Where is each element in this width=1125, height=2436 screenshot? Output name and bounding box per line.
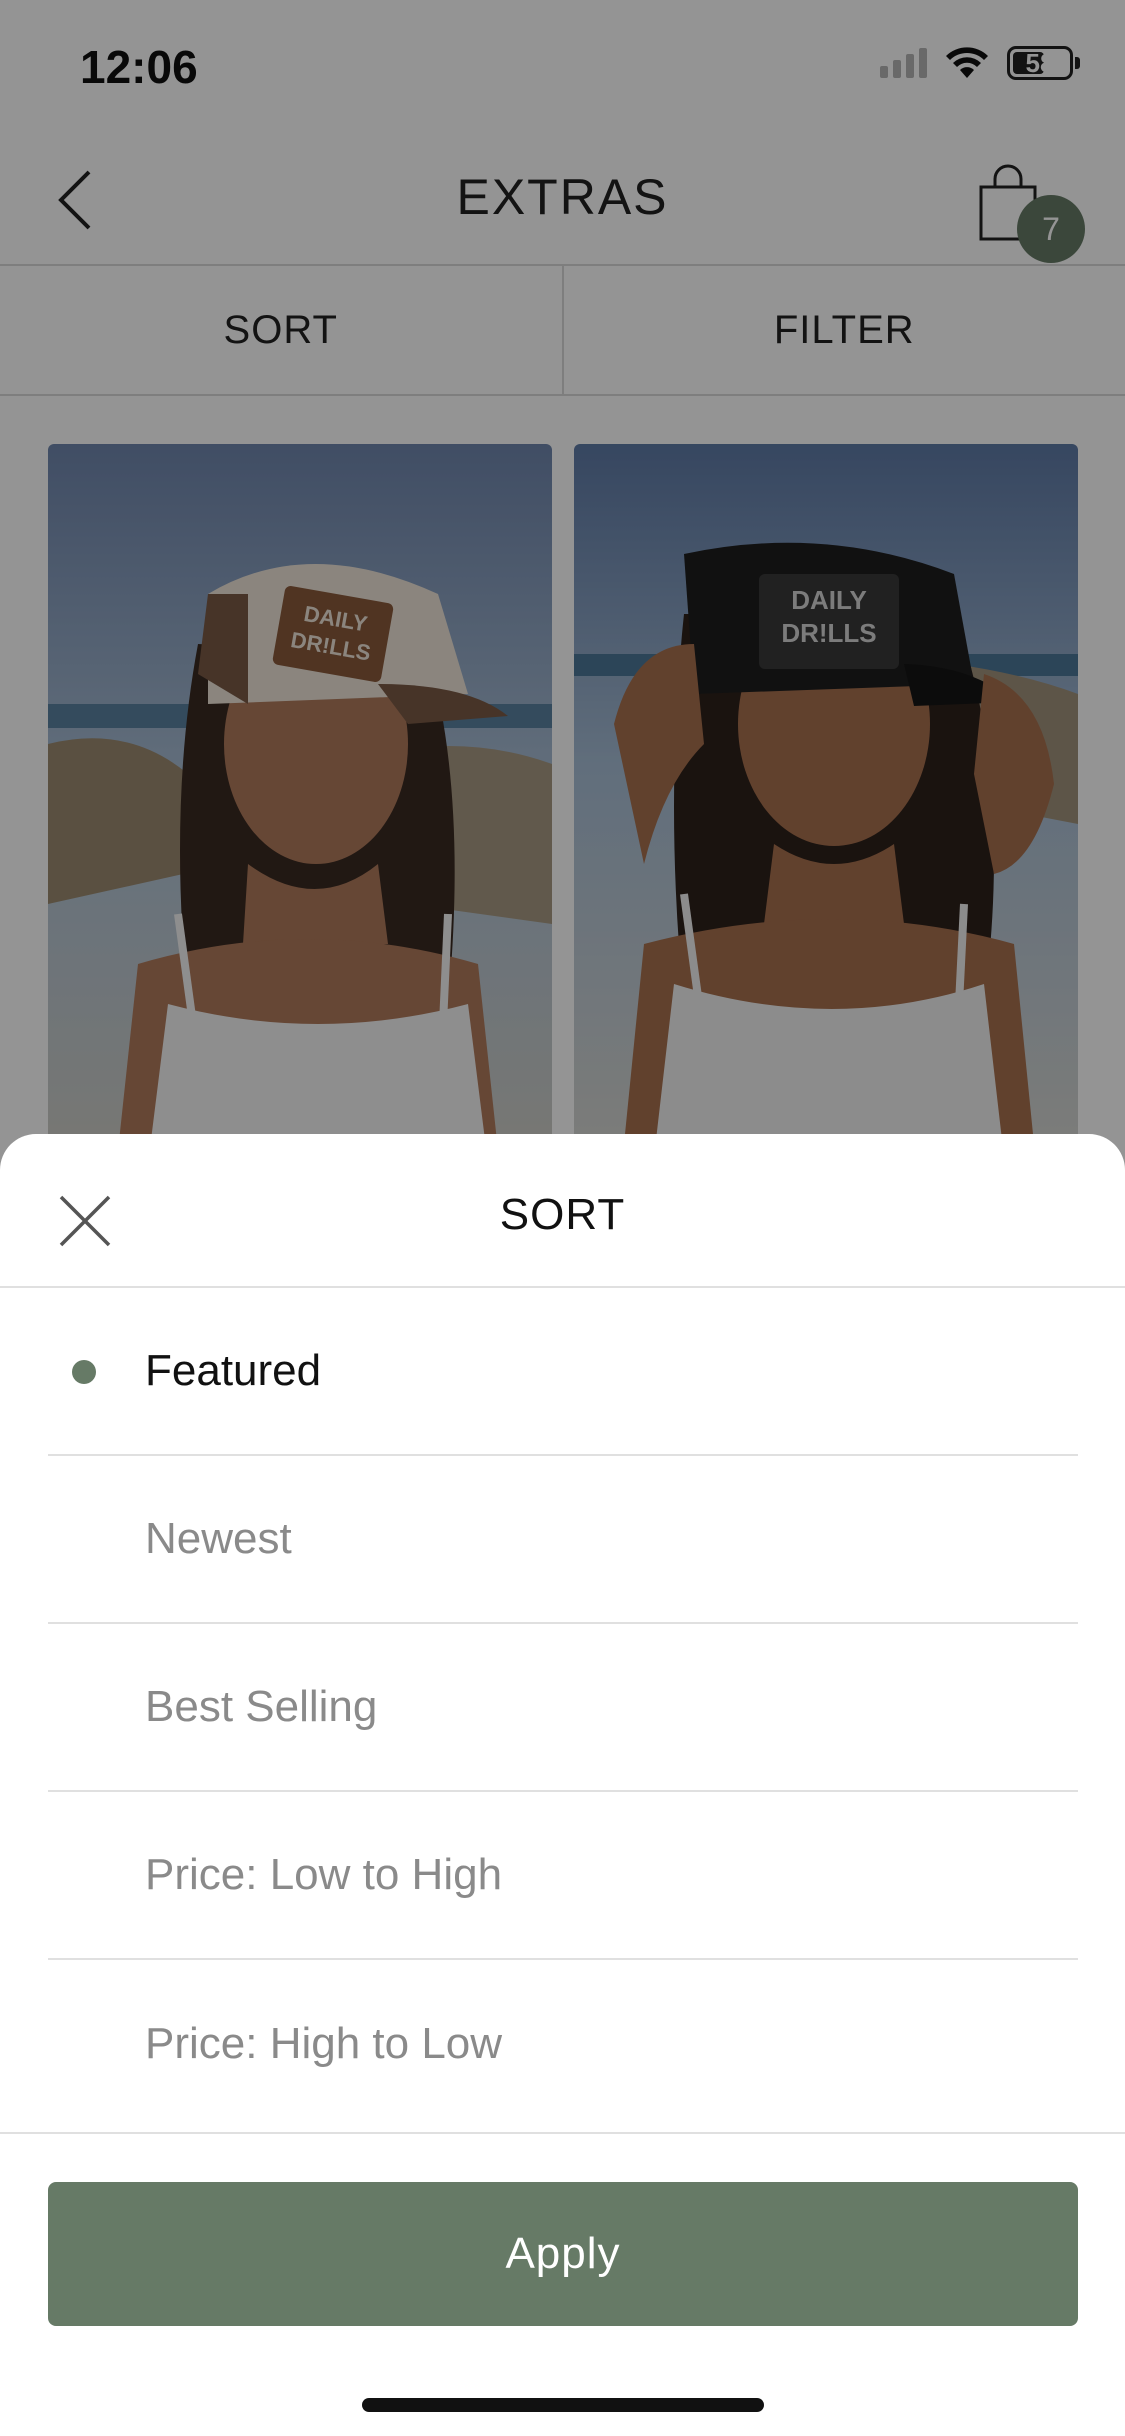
sort-option-label: Newest [145,1514,292,1563]
sort-option-price-low-high[interactable]: Price: Low to High [48,1792,1078,1960]
sort-option-label: Price: High to Low [145,2019,503,2068]
apply-button[interactable]: Apply [48,2182,1078,2326]
home-indicator[interactable] [362,2398,764,2412]
sort-option-newest[interactable]: Newest [48,1456,1078,1624]
sort-option-label: Price: Low to High [145,1850,503,1899]
sort-options: Featured Newest Best Selling Price: Low … [48,1288,1078,2128]
sort-option-price-high-low[interactable]: Price: High to Low [48,1960,1078,2128]
sheet-header: SORT [0,1134,1125,1288]
sort-option-best-selling[interactable]: Best Selling [48,1624,1078,1792]
sort-option-label: Best Selling [145,1682,378,1731]
sheet-title: SORT [499,1190,626,1239]
sort-option-featured[interactable]: Featured [48,1288,1078,1456]
selected-dot-icon [72,1360,96,1384]
divider [0,2132,1125,2134]
sort-option-label: Featured [145,1346,322,1395]
sort-sheet: SORT Featured Newest Best Selling Price:… [0,1134,1125,2436]
